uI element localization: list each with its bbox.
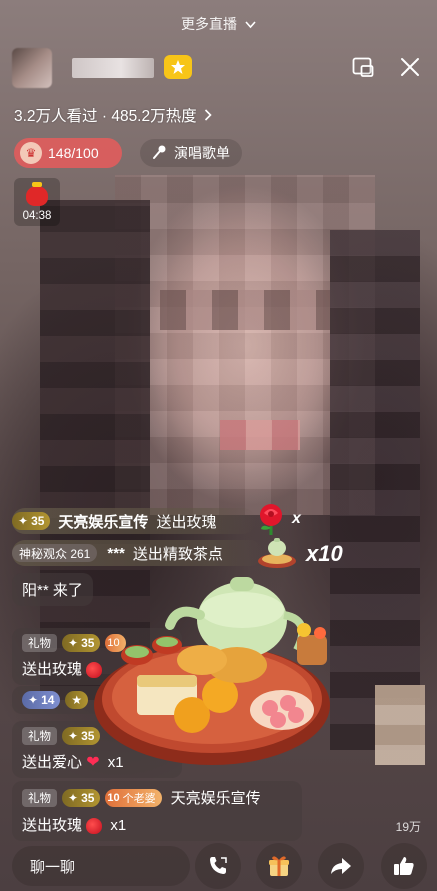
gift-tag: 礼物 [22, 788, 57, 807]
live-stats[interactable]: 3.2万人看过 · 485.2万热度 [14, 104, 212, 126]
user-level-badge: ✦ 14 [22, 691, 61, 709]
gift-sender: *** [107, 544, 125, 562]
tea-set-gift-animation [92, 565, 342, 775]
song-list-label: 演唱歌单 [174, 145, 230, 161]
thumbs-up-icon[interactable] [381, 843, 427, 889]
star-badge-icon[interactable] [164, 55, 192, 79]
mosaic-hair-right [330, 230, 420, 750]
gift-action: 送出爱心 [22, 754, 83, 771]
chevron-down-icon [245, 20, 256, 32]
gift-action: 送出玫瑰 [22, 661, 83, 678]
red-envelope-timer[interactable]: 04:38 [14, 178, 60, 226]
mosaic-mouth [220, 420, 300, 450]
share-icon[interactable] [318, 843, 364, 889]
gift-banner[interactable]: ✦ 35 天亮娱乐宣传 送出玫瑰 [12, 508, 257, 534]
gift-tag: 礼物 [22, 727, 57, 745]
mosaic-hand [375, 685, 425, 765]
host-avatar[interactable] [12, 48, 52, 88]
gift-combo: x10 [306, 541, 343, 566]
viewer-count: 19万 [395, 820, 421, 834]
song-list-button[interactable]: 演唱歌单 [140, 139, 242, 167]
gift-tag: 礼物 [22, 634, 57, 652]
gift-action: 送出玫瑰 [156, 513, 217, 531]
user-level-badge: ✦ 35 [12, 512, 51, 530]
join-message[interactable]: 阳** 来了 [12, 573, 93, 606]
chevron-right-icon [204, 108, 212, 126]
microphone-icon [152, 144, 168, 163]
more-live-button[interactable]: 更多直播 [0, 14, 437, 34]
close-icon[interactable] [395, 52, 425, 82]
picture-in-picture-icon[interactable] [348, 52, 378, 82]
mosaic-eyes [160, 290, 330, 330]
gift-banner[interactable]: 神秘观众 261 *** 送出精致茶点 [12, 540, 263, 566]
phone-call-icon[interactable] [195, 843, 241, 889]
mystery-viewer-tag: 神秘观众 261 [12, 544, 98, 562]
gift-sender: 天亮娱乐宣传 [58, 513, 149, 531]
join-message-text: 阳** 来了 [22, 582, 83, 599]
star-level-badge: ★ [65, 691, 89, 709]
timer-text: 04:38 [22, 210, 52, 222]
fan-level-badge: 10 个老婆 [105, 788, 162, 807]
gift-goal-icon: ♛ [20, 142, 42, 164]
gift-action: 送出玫瑰 [22, 817, 83, 834]
sender-name: 天亮娱乐宣传 [170, 790, 261, 807]
stats-text: 3.2万人看过 · 485.2万热度 [14, 108, 197, 125]
gift-qty: x1 [110, 817, 127, 834]
red-envelope-icon [26, 182, 48, 206]
gift-combo: x [292, 510, 301, 527]
host-name-blurred[interactable] [72, 58, 154, 78]
gift-progress: 148/100 [48, 145, 99, 161]
gift-goal-pill[interactable]: ♛ 148/100 [14, 138, 122, 168]
chat-input[interactable]: 聊一聊 [12, 846, 190, 886]
chat-message[interactable]: 礼物 ✦ 35 10 个老婆 天亮娱乐宣传 送出玫瑰 x1 [12, 781, 302, 841]
chat-input-placeholder: 聊一聊 [30, 858, 76, 876]
gift-icon[interactable] [256, 843, 302, 889]
bottom-bar: 聊一聊 [0, 840, 437, 891]
more-live-label: 更多直播 [181, 16, 238, 32]
rose-icon [86, 818, 103, 835]
user-level-badge: ✦ 35 [62, 788, 101, 807]
live-video-stage[interactable]: 更多直播 3.2万人看过 · 485.2万热度 ♛ 148/100 演唱歌单 0… [0, 0, 437, 891]
gift-action: 送出精致茶点 [132, 545, 223, 563]
